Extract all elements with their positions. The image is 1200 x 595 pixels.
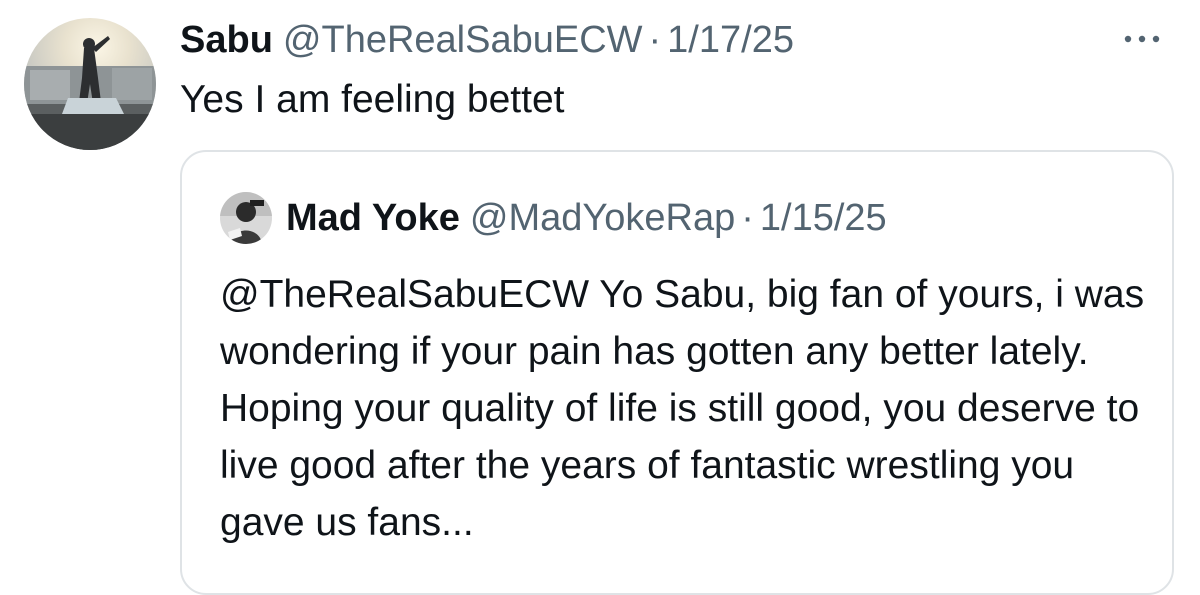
quoted-tweet-date[interactable]: 1/15/25 — [760, 190, 887, 246]
author-avatar[interactable] — [24, 18, 156, 150]
author-name[interactable]: Sabu — [180, 12, 273, 68]
more-options-button[interactable] — [1112, 24, 1172, 54]
tweet-date[interactable]: 1/17/25 — [667, 12, 794, 68]
quoted-avatar-photo — [220, 192, 272, 244]
separator-dot: · — [648, 19, 662, 61]
quoted-tweet-header: Mad Yoke @MadYokeRap · 1/15/25 — [286, 190, 887, 246]
tweet-text: Yes I am feeling bettet — [180, 78, 565, 121]
author-handle[interactable]: @TheRealSabuECW — [283, 12, 643, 68]
tweet[interactable]: Sabu @TheRealSabuECW · 1/17/25 Yes I am … — [0, 0, 1200, 595]
quoted-author-handle[interactable]: @MadYokeRap — [470, 190, 735, 246]
more-horizontal-icon — [1124, 35, 1160, 43]
avatar-photo — [24, 18, 156, 150]
quoted-tweet-card[interactable]: Mad Yoke @MadYokeRap · 1/15/25 @TheRealS… — [180, 150, 1174, 595]
quoted-separator-dot: · — [741, 197, 754, 239]
quoted-author-avatar[interactable] — [220, 192, 272, 244]
quoted-tweet-text: @TheRealSabuECW Yo Sabu, big fan of your… — [220, 273, 1145, 544]
tweet-header: Sabu @TheRealSabuECW · 1/17/25 — [180, 12, 794, 68]
quoted-author-name[interactable]: Mad Yoke — [286, 190, 460, 246]
